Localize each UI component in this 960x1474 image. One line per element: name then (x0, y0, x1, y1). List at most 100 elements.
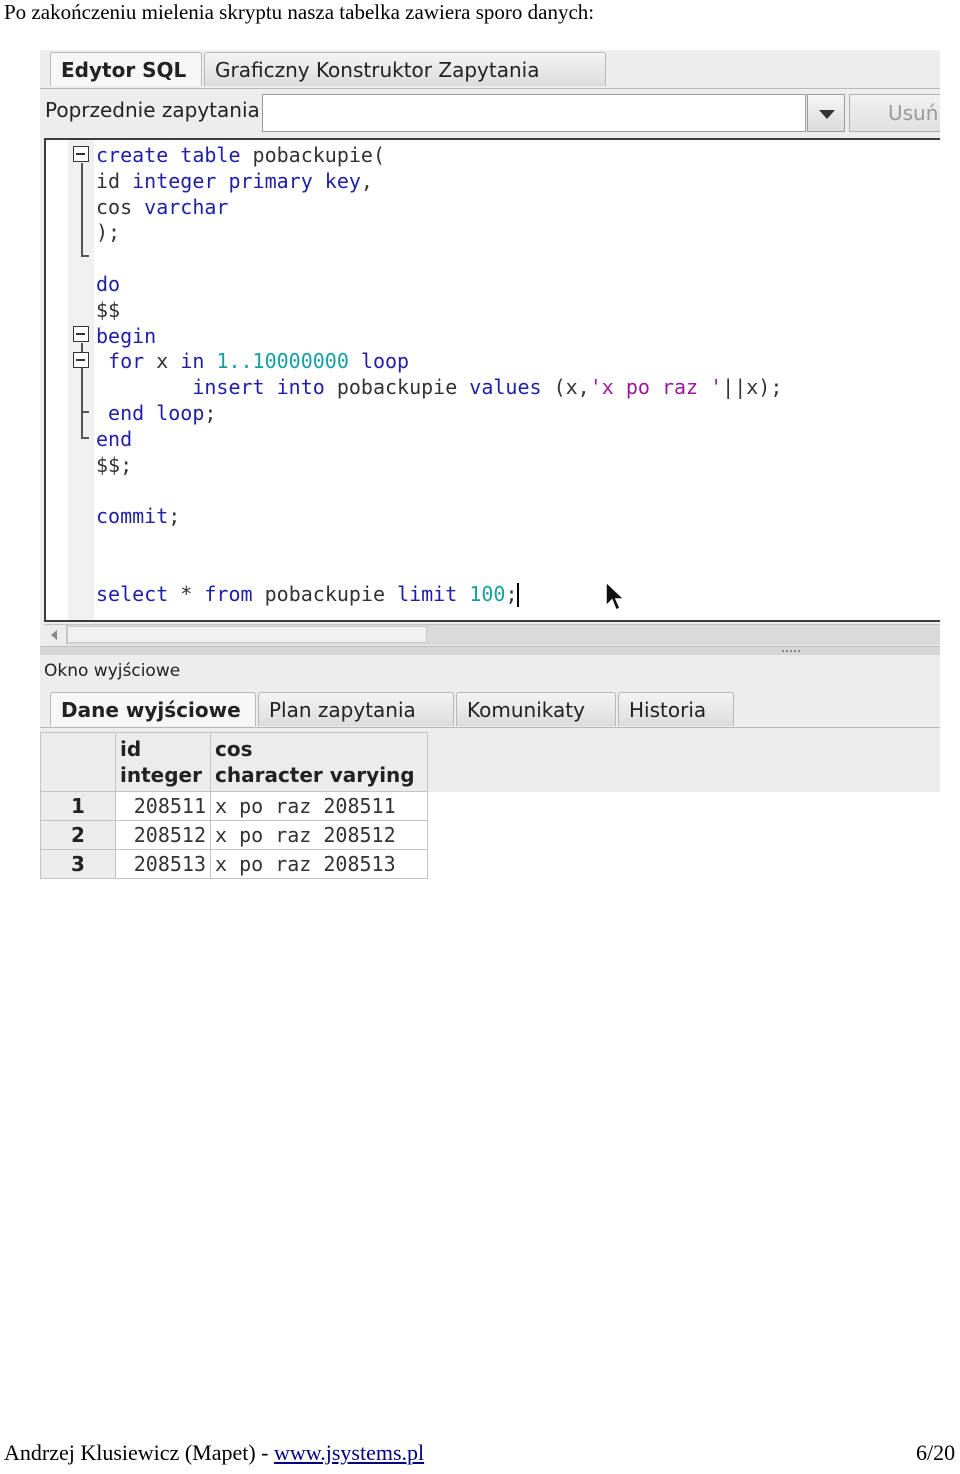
cell-id[interactable]: 208512 (115, 820, 211, 850)
code-token: 'x po raz ' (589, 375, 723, 400)
code-token: in (180, 349, 217, 374)
code-line[interactable]: for x in 1..10000000 loop (96, 348, 409, 374)
code-token: 1..10000000 (216, 349, 361, 374)
pgadmin-screenshot: Edytor SQL Graficzny Konstruktor Zapytan… (40, 50, 940, 886)
editor-gutter (46, 140, 94, 620)
row-number[interactable]: 3 (40, 849, 116, 879)
code-token: x (156, 349, 181, 374)
arrow-left-icon (51, 630, 57, 640)
tab-messages[interactable]: Komunikaty (456, 692, 616, 726)
cell-cos[interactable]: x po raz 208512 (210, 820, 428, 850)
output-tabbar: Dane wyjściowe Plan zapytania Komunikaty… (40, 690, 940, 728)
fold-end-marker (81, 437, 89, 439)
code-line[interactable]: do (96, 271, 120, 297)
code-token: ; (168, 504, 181, 529)
row-number[interactable]: 1 (40, 791, 116, 821)
chevron-down-icon (819, 110, 835, 119)
column-name: id (120, 737, 142, 761)
code-token: select (96, 581, 181, 606)
code-line[interactable]: id integer primary key, (96, 168, 373, 194)
document-heading: Po zakończeniu mielenia skryptu nasza ta… (4, 0, 595, 24)
previous-queries-dropdown-button[interactable] (807, 94, 845, 132)
code-token: do (96, 272, 121, 296)
text-caret (517, 583, 519, 608)
code-token: begin (96, 323, 157, 348)
code-token: values (469, 375, 554, 400)
sql-editor[interactable]: create table pobackupie(id integer prima… (44, 138, 940, 622)
code-line[interactable]: select * from pobackupie limit 100; (96, 581, 519, 608)
scroll-thumb[interactable] (67, 626, 427, 643)
code-token: cos (96, 194, 145, 219)
code-token: id (96, 168, 133, 193)
cell-cos[interactable]: x po raz 208513 (210, 849, 428, 879)
code-token: varchar (144, 194, 229, 219)
sql-code[interactable]: create table pobackupie(id integer prima… (96, 140, 940, 620)
cell-cos[interactable]: x po raz 208511 (210, 791, 428, 821)
code-line[interactable]: ); (96, 219, 120, 245)
column-type: integer (120, 763, 202, 787)
code-line[interactable]: cos varchar (96, 194, 228, 220)
footer-link[interactable]: www.jsystems.pl (274, 1440, 424, 1465)
code-line[interactable]: $$ (96, 297, 120, 323)
fold-collapse-icon[interactable] (73, 352, 89, 368)
footer-author: Andrzej Klusiewicz (Mapet) - (4, 1440, 275, 1465)
code-line[interactable]: $$; (96, 452, 132, 478)
row-number-header[interactable] (40, 732, 116, 792)
tab-sql-editor[interactable]: Edytor SQL (50, 52, 202, 86)
tab-data-output[interactable]: Dane wyjściowe (50, 692, 256, 726)
code-line[interactable]: begin (96, 323, 156, 349)
fold-end-marker (81, 255, 89, 257)
tab-history[interactable]: Historia (618, 692, 734, 726)
delete-query-button[interactable]: Usuń (849, 94, 940, 132)
table-row[interactable]: 3 208513 x po raz 208513 (40, 849, 428, 879)
editor-horizontal-scrollbar[interactable] (44, 624, 940, 645)
mouse-cursor-icon (605, 580, 626, 612)
code-token: pobackupie (264, 581, 398, 606)
column-type: character varying (215, 763, 415, 787)
code-line[interactable]: create table pobackupie( (96, 142, 385, 168)
scroll-left-button[interactable] (44, 625, 67, 645)
code-line[interactable]: insert into pobackupie values (x,'x po r… (96, 374, 782, 400)
code-token: pobackupie (336, 375, 470, 400)
code-token: ; (505, 581, 518, 606)
code-token: end loop (96, 401, 205, 425)
editor-tabbar: Edytor SQL Graficzny Konstruktor Zapytan… (40, 50, 940, 89)
table-row[interactable]: 1 208511 x po raz 208511 (40, 791, 428, 821)
fold-collapse-icon[interactable] (73, 146, 89, 162)
code-token: end (96, 426, 133, 451)
table-row[interactable]: 2 208512 x po raz 208512 (40, 820, 428, 850)
code-token: ; (204, 401, 217, 425)
tab-query-plan[interactable]: Plan zapytania (258, 692, 454, 726)
output-window-label: Okno wyjściowe (44, 661, 181, 681)
fold-end-marker (81, 411, 89, 413)
code-token: pobackupie( (252, 143, 385, 167)
code-token: for (96, 349, 157, 374)
column-header-cos[interactable]: cos character varying (210, 732, 428, 792)
code-token: * (180, 581, 205, 606)
row-number[interactable]: 2 (40, 820, 116, 850)
code-token: ); (96, 220, 121, 245)
code-line[interactable]: commit; (96, 503, 180, 529)
fold-collapse-icon[interactable] (73, 326, 89, 342)
page-number: 6/20 (916, 1440, 956, 1465)
column-header-id[interactable]: id integer (115, 732, 211, 792)
code-token: (x, (553, 375, 590, 400)
code-token: ||x); (722, 375, 783, 400)
code-token: integer primary key (132, 168, 361, 193)
grid-header-row: id integer cos character varying (40, 732, 428, 792)
previous-queries-select[interactable] (262, 94, 806, 132)
code-token: $$; (96, 452, 133, 477)
code-line[interactable]: end (96, 426, 132, 452)
code-token: loop (360, 349, 410, 374)
tab-graphical-query-builder[interactable]: Graficzny Konstruktor Zapytania (204, 52, 606, 86)
column-name: cos (215, 737, 253, 761)
code-token: create table (96, 143, 253, 167)
cell-id[interactable]: 208511 (115, 791, 211, 821)
previous-queries-label: Poprzednie zapytania (45, 98, 260, 122)
document-footer: Andrzej Klusiewicz (Mapet) - www.jsystem… (4, 1440, 424, 1466)
results-grid[interactable]: id integer cos character varying 1 20851… (40, 732, 428, 879)
cell-id[interactable]: 208513 (115, 849, 211, 879)
code-token: commit (96, 504, 169, 529)
code-line[interactable]: end loop; (96, 400, 216, 426)
code-token: from (204, 581, 265, 606)
